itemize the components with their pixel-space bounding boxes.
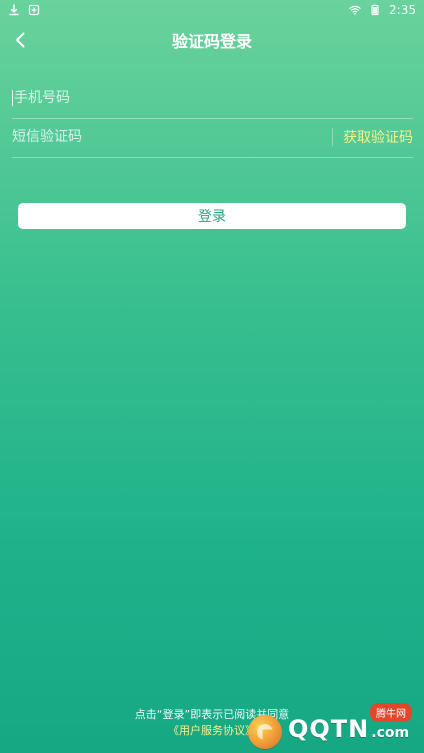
status-right: 2:35 <box>349 3 416 17</box>
watermark-logo-icon <box>248 715 282 749</box>
watermark: 腾牛网 QQTN .com <box>248 703 418 749</box>
get-code-button[interactable]: 获取验证码 <box>343 127 413 147</box>
watermark-brand-text: QQTN <box>288 715 370 743</box>
header: 验证码登录 <box>0 20 424 64</box>
status-left <box>8 4 40 16</box>
sms-code-input[interactable] <box>12 119 332 155</box>
phone-input[interactable] <box>14 80 413 116</box>
watermark-brand: QQTN .com <box>288 715 409 743</box>
wifi-icon <box>349 4 361 16</box>
text-caret <box>12 90 13 106</box>
watermark-dotcom: .com <box>371 725 410 741</box>
sms-field: 获取验证码 <box>12 117 413 158</box>
field-divider <box>332 128 333 146</box>
chevron-left-icon <box>13 31 27 53</box>
status-bar: 2:35 <box>0 0 424 20</box>
download-icon <box>8 4 20 16</box>
back-button[interactable] <box>2 24 38 60</box>
notification-icon <box>28 4 40 16</box>
login-button[interactable]: 登录 <box>18 203 406 229</box>
page-title: 验证码登录 <box>171 32 252 51</box>
status-time: 2:35 <box>389 3 416 17</box>
phone-field <box>12 78 413 119</box>
battery-icon <box>369 4 381 16</box>
